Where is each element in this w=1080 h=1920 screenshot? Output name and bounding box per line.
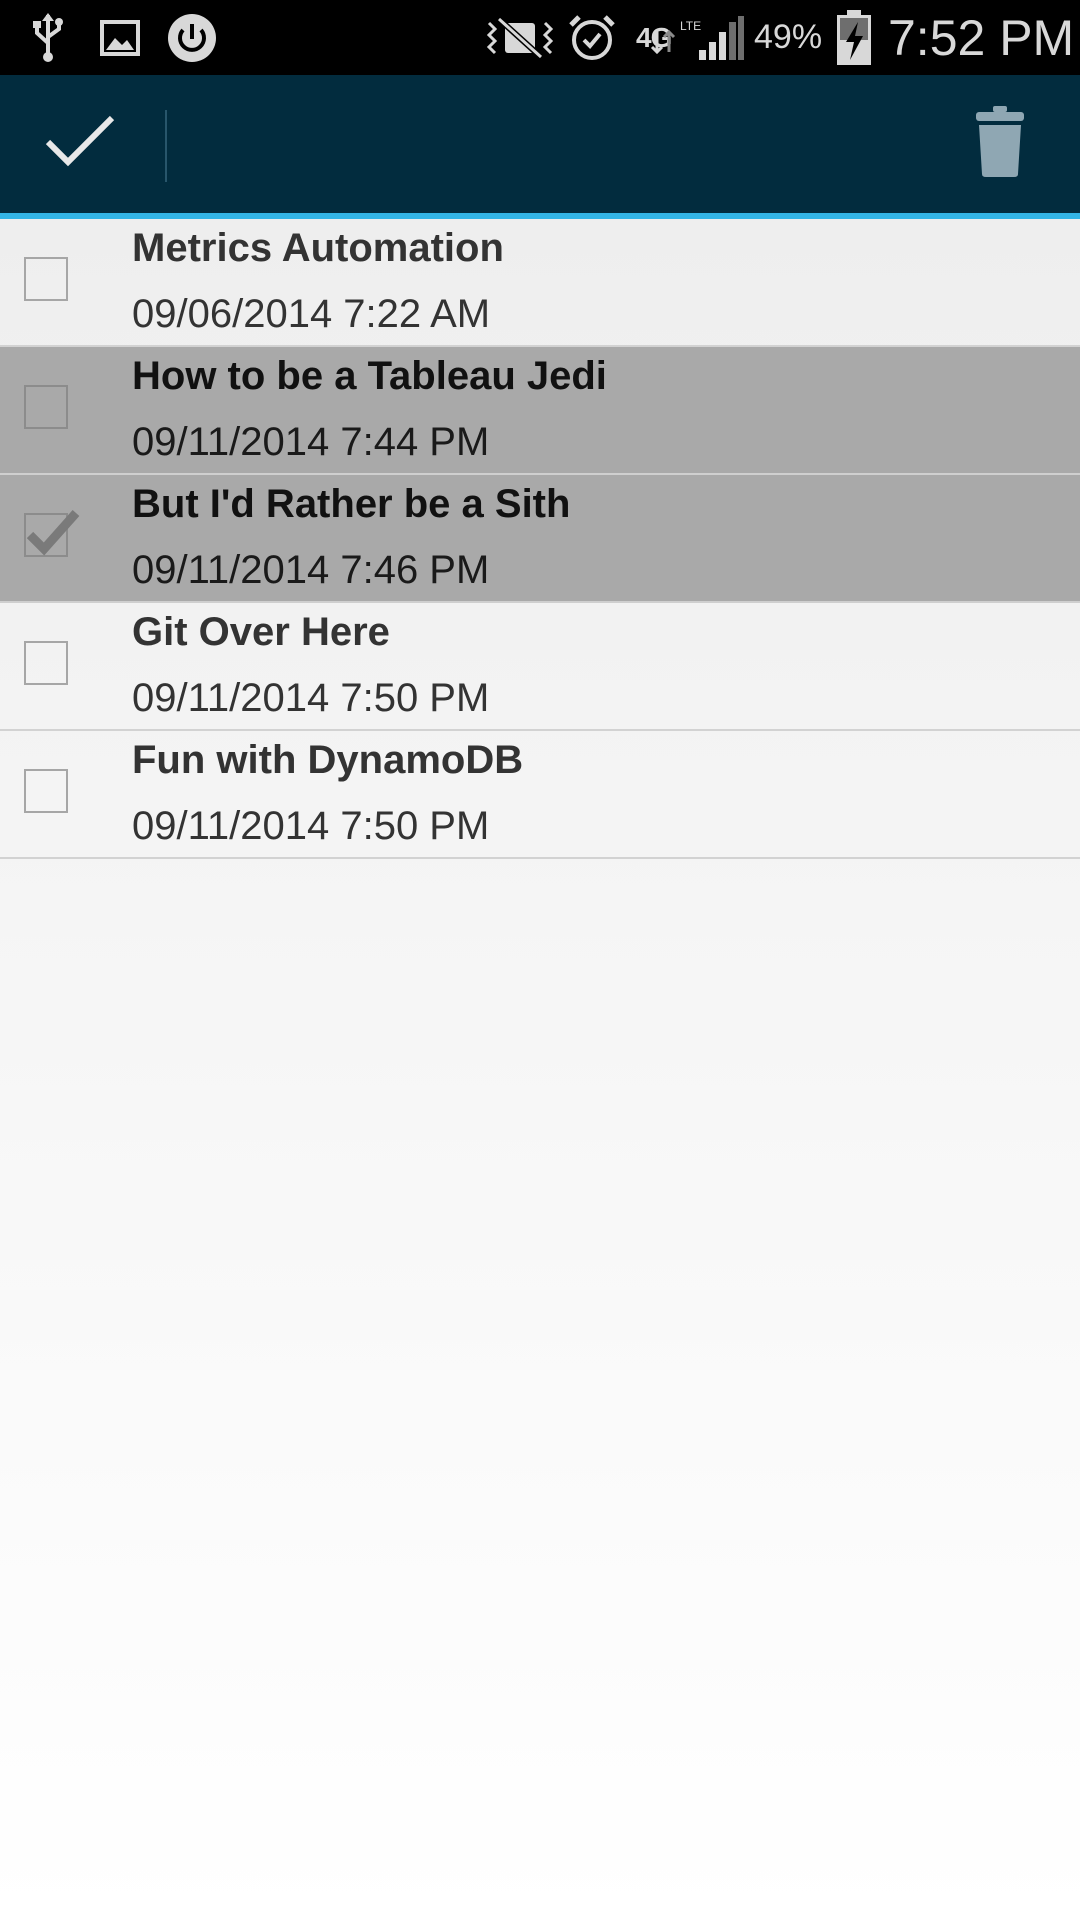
battery-percent: 49%: [754, 18, 823, 56]
checkbox[interactable]: [24, 769, 68, 813]
data-arrows-icon: [648, 22, 678, 62]
signal-icon: [696, 0, 746, 75]
note-date: 09/11/2014 7:44 PM: [132, 420, 490, 464]
usb-icon: [28, 0, 68, 75]
checkbox[interactable]: [24, 385, 68, 429]
checkbox[interactable]: [24, 257, 68, 301]
list-item[interactable]: Fun with DynamoDB 09/11/2014 7:50 PM: [0, 731, 1080, 859]
clock: 7:52 PM: [888, 9, 1075, 66]
note-date: 09/11/2014 7:46 PM: [132, 548, 490, 592]
contextual-action-bar: [0, 75, 1080, 213]
checkbox[interactable]: [24, 510, 80, 557]
done-button[interactable]: [0, 75, 160, 213]
note-date: 09/11/2014 7:50 PM: [132, 804, 490, 848]
note-title: Metrics Automation: [132, 226, 504, 270]
checkmark-icon: [44, 114, 116, 175]
note-title: How to be a Tableau Jedi: [132, 354, 607, 398]
power-icon: [166, 0, 218, 75]
delete-button[interactable]: [945, 75, 1055, 213]
mute-icon: [484, 0, 556, 75]
list-item[interactable]: But I'd Rather be a Sith 09/11/2014 7:46…: [0, 475, 1080, 603]
notes-list: Metrics Automation 09/06/2014 7:22 AM Ho…: [0, 219, 1080, 859]
battery-charging-icon: [834, 0, 874, 75]
alarm-icon: [566, 0, 618, 75]
note-date: 09/06/2014 7:22 AM: [132, 292, 491, 336]
image-icon: [100, 0, 140, 75]
list-item[interactable]: Metrics Automation 09/06/2014 7:22 AM: [0, 219, 1080, 347]
note-title: Fun with DynamoDB: [132, 738, 524, 782]
check-mark-icon: [22, 505, 82, 566]
note-date: 09/11/2014 7:50 PM: [132, 676, 490, 720]
note-title: But I'd Rather be a Sith: [132, 482, 571, 526]
trash-icon: [974, 105, 1026, 183]
list-item[interactable]: How to be a Tableau Jedi 09/11/2014 7:44…: [0, 347, 1080, 475]
checkbox[interactable]: [24, 641, 68, 685]
list-item[interactable]: Git Over Here 09/11/2014 7:50 PM: [0, 603, 1080, 731]
note-title: Git Over Here: [132, 610, 390, 654]
status-bar: 4G LTE 49% 7:52 PM: [0, 0, 1080, 75]
action-bar-divider: [165, 110, 167, 182]
